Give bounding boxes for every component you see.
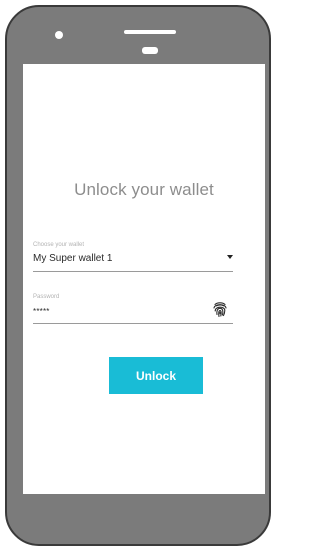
- password-field[interactable]: Password *****: [33, 294, 233, 328]
- unlock-button[interactable]: Unlock: [109, 357, 203, 394]
- earpiece-speaker: [124, 30, 176, 34]
- password-field-label: Password: [33, 294, 60, 300]
- wallet-select[interactable]: Choose your wallet My Super wallet 1: [33, 242, 233, 276]
- page-title: Unlock your wallet: [74, 180, 214, 199]
- wallet-select-underline: [33, 271, 233, 272]
- wallet-select-label: Choose your wallet: [33, 242, 85, 248]
- chevron-down-icon[interactable]: [227, 255, 233, 259]
- password-field-underline: [33, 323, 233, 324]
- password-field-value[interactable]: *****: [33, 307, 50, 316]
- proximity-sensor: [142, 47, 158, 54]
- wallet-select-value: My Super wallet 1: [33, 253, 113, 264]
- app-screen: Unlock your wallet Choose your wallet My…: [23, 64, 265, 494]
- front-camera: [55, 31, 63, 39]
- fingerprint-icon[interactable]: [212, 300, 228, 318]
